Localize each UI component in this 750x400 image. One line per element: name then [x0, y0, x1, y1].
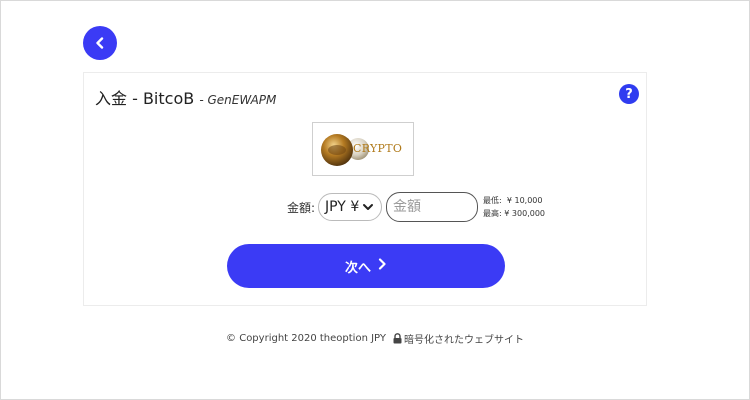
- footer: © Copyright 2020 theoption JPY 暗号化されたウェブ…: [0, 331, 750, 346]
- chevron-left-icon: [94, 34, 106, 53]
- title-subtitle: - GenEWAPM: [199, 93, 277, 107]
- amount-input[interactable]: [386, 192, 479, 222]
- help-button[interactable]: ?: [619, 84, 639, 104]
- amount-limits: 最低: ¥ 10,000 最高: ¥ 300,000: [483, 194, 545, 220]
- logo-text: CRYPTO: [353, 142, 403, 155]
- deposit-card: 入金 - BitcoB - GenEWAPM ? CRYPTO 金額: JPY …: [83, 72, 647, 306]
- min-limit-value: ¥ 10,000: [506, 196, 543, 205]
- currency-selected-value: JPY ¥: [325, 199, 360, 215]
- lock-icon: [393, 333, 402, 344]
- chevron-down-icon: [361, 200, 375, 218]
- back-button[interactable]: [83, 26, 117, 60]
- copyright-text: © Copyright 2020 theoption JPY: [226, 333, 386, 344]
- amount-row: 金額: JPY ¥ 最低: ¥ 10,000 最高: ¥ 300,000: [287, 191, 545, 223]
- amount-label: 金額:: [287, 200, 316, 215]
- currency-select[interactable]: JPY ¥: [318, 193, 383, 221]
- page-title: 入金 - BitcoB - GenEWAPM: [95, 85, 276, 109]
- min-limit-label: 最低:: [483, 196, 502, 205]
- min-limit: 最低: ¥ 10,000: [483, 194, 545, 207]
- max-limit-value: ¥ 300,000: [504, 209, 546, 218]
- title-text: 入金 - BitcoB: [95, 89, 195, 108]
- next-button-label: 次へ: [344, 260, 371, 276]
- max-limit: 最高: ¥ 300,000: [483, 207, 545, 220]
- payment-method-logo: CRYPTO: [312, 122, 414, 176]
- help-icon: ?: [625, 86, 633, 102]
- secure-site-text: 暗号化されたウェブサイト: [403, 335, 524, 346]
- chevron-right-icon: [377, 258, 387, 274]
- max-limit-label: 最高:: [483, 209, 502, 218]
- next-button[interactable]: 次へ: [227, 244, 505, 288]
